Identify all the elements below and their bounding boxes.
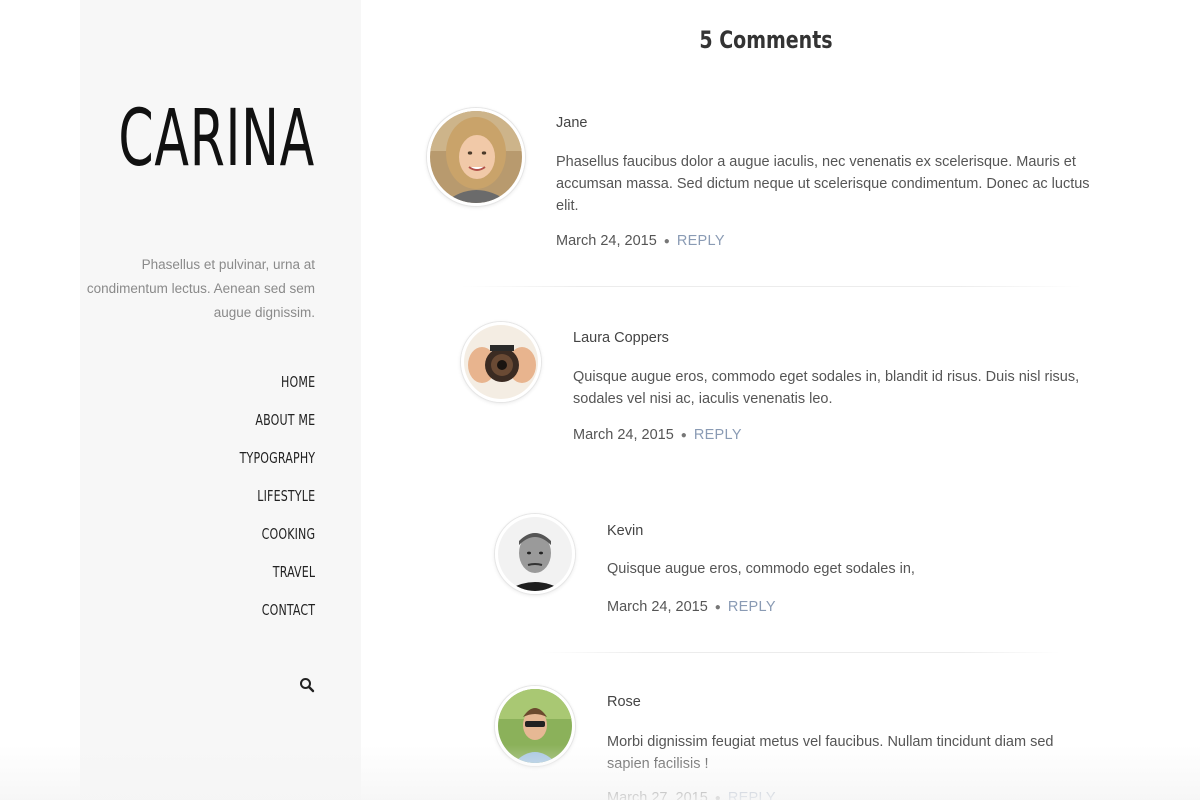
comment: Rose Morbi dignissim feugiat metus vel f… <box>495 686 1195 800</box>
separator-dot: ● <box>680 429 687 441</box>
avatar-image <box>464 325 538 399</box>
comment: Kevin Quisque augue eros, commodo eget s… <box>495 514 1195 624</box>
reply-link[interactable]: REPLY <box>728 790 776 800</box>
separator-dot: ● <box>714 601 721 613</box>
avatar <box>427 108 525 206</box>
comment-author[interactable]: Laura Coppers <box>573 330 669 346</box>
nav-item-cooking[interactable]: COOKING <box>239 520 315 558</box>
separator-dot: ● <box>663 235 670 247</box>
nav-item-contact[interactable]: CONTACT <box>239 596 315 634</box>
avatar <box>495 686 575 766</box>
comments-title: 5 Comments <box>699 26 833 54</box>
main-nav: HOME ABOUT ME TYPOGRAPHY LIFESTYLE COOKI… <box>223 368 315 634</box>
comment-date: March 24, 2015 <box>573 427 674 443</box>
comment-text: Quisque augue eros, commodo eget sodales… <box>573 369 1080 407</box>
comment-date: March 27, 2015 <box>607 790 708 800</box>
avatar-image <box>430 111 522 203</box>
avatar-image <box>498 517 572 591</box>
reply-link[interactable]: REPLY <box>728 599 776 615</box>
separator-dot: ● <box>714 792 721 800</box>
avatar <box>495 514 575 594</box>
comment-author[interactable]: Jane <box>556 115 587 131</box>
nav-item-travel[interactable]: TRAVEL <box>239 558 315 596</box>
nav-item-lifestyle[interactable]: LIFESTYLE <box>239 482 315 520</box>
comment-date: March 24, 2015 <box>556 233 657 249</box>
reply-link[interactable]: REPLY <box>677 233 725 249</box>
comment-text: Quisque augue eros, commodo eget sodales… <box>607 561 915 577</box>
comment-text: Morbi dignissim feugiat metus vel faucib… <box>607 734 1054 772</box>
comment-date: March 24, 2015 <box>607 599 708 615</box>
comment-divider <box>461 286 1081 287</box>
comment-meta: March 24, 2015 ● REPLY <box>556 233 725 249</box>
comment: Laura Coppers Quisque augue eros, commod… <box>461 322 1191 462</box>
comment-author[interactable]: Rose <box>607 694 641 710</box>
reply-link[interactable]: REPLY <box>694 427 742 443</box>
site-tagline: Phasellus et pulvinar, urna at condiment… <box>86 257 315 320</box>
page: CARINA Phasellus et pulvinar, urna at co… <box>0 0 1200 800</box>
nav-item-typography[interactable]: TYPOGRAPHY <box>239 444 315 482</box>
nav-item-home[interactable]: HOME <box>239 368 315 406</box>
comment-meta: March 24, 2015 ● REPLY <box>573 427 742 443</box>
search-icon[interactable] <box>299 677 315 693</box>
avatar-image <box>498 689 572 763</box>
site-logo[interactable]: CARINA <box>119 100 315 178</box>
comment-author[interactable]: Kevin <box>607 523 643 539</box>
comment: Jane Phasellus faucibus dolor a augue ia… <box>427 108 1187 268</box>
comment-meta: March 27, 2015 ● REPLY <box>607 790 776 800</box>
nav-item-about-me[interactable]: ABOUT ME <box>239 406 315 444</box>
comment-text: Phasellus faucibus dolor a augue iaculis… <box>556 154 1090 214</box>
avatar <box>461 322 541 402</box>
comments-section: 5 Comments Jane Phasellus faucibus dolor… <box>361 0 1200 800</box>
sidebar: CARINA Phasellus et pulvinar, urna at co… <box>80 0 361 800</box>
comment-divider <box>541 652 1061 653</box>
comment-meta: March 24, 2015 ● REPLY <box>607 599 776 615</box>
